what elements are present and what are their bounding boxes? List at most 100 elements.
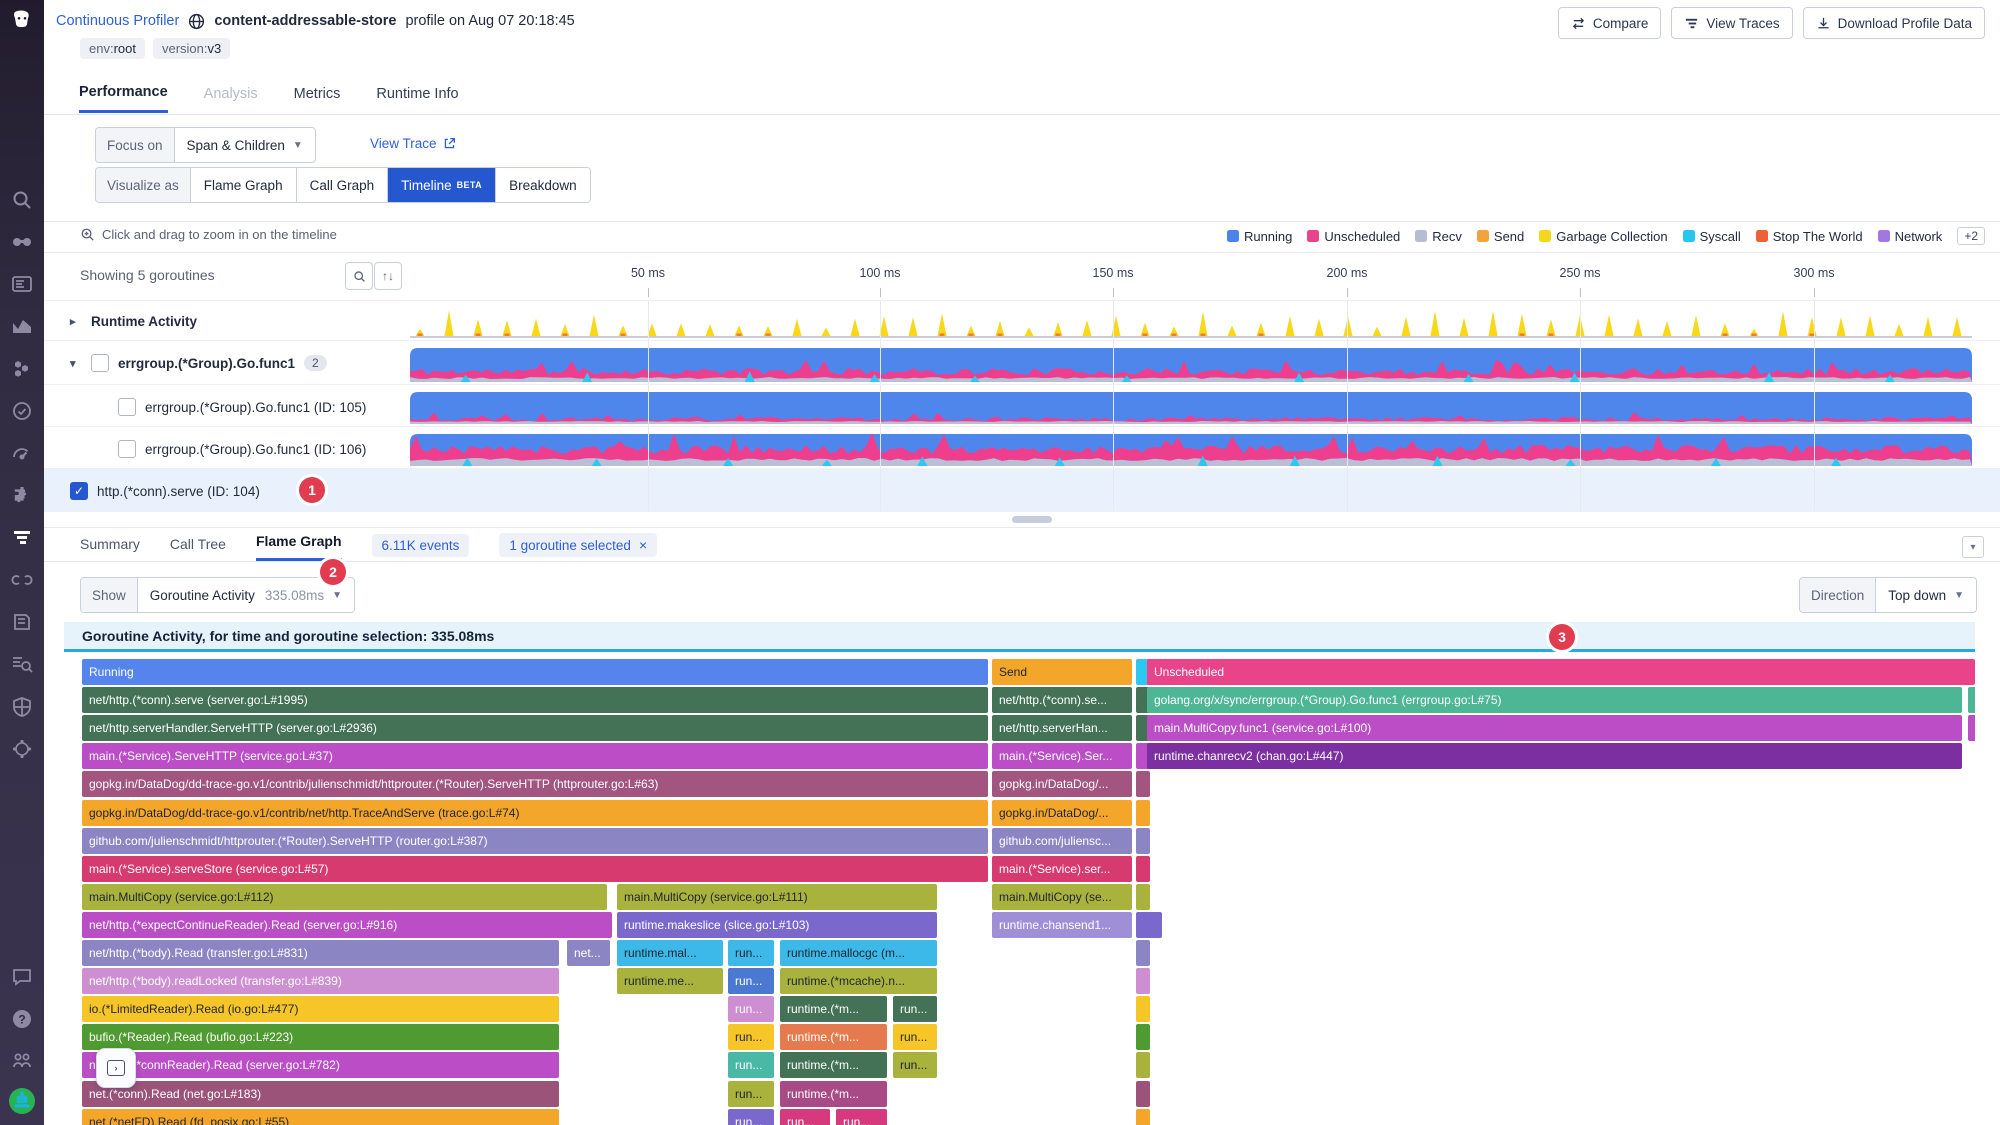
flame-segment[interactable]: Running [82,659,988,685]
sidebar-icon-log-explorer[interactable] [10,652,34,676]
flame-segment[interactable]: run... [780,1108,830,1125]
flame-segment[interactable]: runtime.me... [617,968,723,995]
bottom-tab-call-tree[interactable]: Call Tree [170,536,226,561]
flame-segment[interactable]: github.com/juliensc... [992,827,1132,854]
flame-segment[interactable]: run... [728,1108,774,1125]
goroutine-search-button[interactable] [345,262,373,290]
flame-segment[interactable]: net/http.(*conn).serve (server.go:L#1995… [82,687,988,714]
flame-segment[interactable]: net/http.(*conn).se... [992,687,1132,714]
download-profile-button[interactable]: Download Profile Data [1802,7,1985,39]
flame-segment[interactable]: net/http.(*body).readLocked (transfer.go… [82,968,559,995]
visualize-breakdown[interactable]: Breakdown [496,168,590,202]
legend-item-garbage-collection[interactable]: Garbage Collection [1539,229,1668,244]
user-avatar[interactable] [9,1088,35,1114]
bottom-tab-summary[interactable]: Summary [80,536,140,561]
collapse-panel-icon[interactable]: ▾ [1962,536,1984,558]
visualize-timeline[interactable]: Timeline BETA [388,168,497,202]
flame-segment-sliver[interactable] [1136,855,1150,882]
goroutine-checkbox[interactable] [118,440,136,458]
tag-version[interactable]: version:v3 [152,38,231,59]
console-toggle-button[interactable]: › [96,1048,136,1088]
flame-segment[interactable]: gopkg.in/DataDog/... [992,771,1132,798]
events-count-pill[interactable]: 6.11K events [371,534,470,557]
flame-segment[interactable]: net.(*netFD).Read (fd_posix.go:L#55) [82,1108,559,1125]
sidebar-icon-watchdog[interactable] [10,230,34,254]
sidebar-icon-metrics[interactable] [10,314,34,338]
legend-item-stop-the-world[interactable]: Stop The World [1755,229,1863,244]
flame-segment[interactable]: runtime.(*m... [780,1080,887,1107]
flame-segment[interactable]: run... [728,1052,774,1079]
flame-segment[interactable]: Unscheduled [1147,659,1975,685]
tab-runtime-info[interactable]: Runtime Info [376,86,458,112]
flame-segment[interactable]: gopkg.in/DataDog/... [992,799,1132,826]
flame-segment[interactable]: main.MultiCopy (service.go:L#112) [82,883,607,910]
flame-segment[interactable]: net.(*conn).Read (net.go:L#183) [82,1080,559,1107]
visualize-call-graph[interactable]: Call Graph [296,168,389,202]
flame-segment[interactable]: main.MultiCopy (service.go:L#111) [617,883,937,910]
flame-segment-sliver[interactable] [1968,715,1975,742]
flame-segment[interactable]: runtime.(*m... [780,1052,887,1079]
flame-segment[interactable]: main.(*Service).ser... [992,855,1132,882]
goroutine-row[interactable]: ▸ Runtime Activity [70,306,197,336]
legend-item-running[interactable]: Running [1226,229,1292,244]
sidebar-icon-help[interactable]: ? [10,1007,34,1031]
close-icon[interactable]: × [639,537,647,553]
show-select[interactable]: Goroutine Activity 335.08ms ▼ [138,578,354,612]
chevron-right-icon[interactable]: ▸ [70,315,82,328]
flame-segment[interactable]: main.MultiCopy (se... [992,883,1132,910]
flame-segment[interactable]: gopkg.in/DataDog/dd-trace-go.v1/contrib/… [82,771,988,798]
flame-segment[interactable]: main.(*Service).ServeHTTP (service.go:L#… [82,743,988,770]
flame-segment[interactable]: runtime.(*m... [780,996,887,1023]
flame-segment[interactable]: main.(*Service).serveStore (service.go:L… [82,855,988,882]
flame-segment[interactable]: net/http.(*body).Read (transfer.go:L#831… [82,940,559,966]
flame-segment-sliver[interactable] [1968,687,1975,714]
flame-segment[interactable]: run... [728,1024,774,1051]
flame-segment[interactable]: net/http.serverHandler.ServeHTTP (server… [82,715,988,742]
goroutine-checkbox-checked[interactable]: ✓ [70,482,88,500]
flame-segment[interactable]: runtime.(*m... [780,1024,887,1051]
continuous-profiler-link[interactable]: Continuous Profiler [56,13,179,29]
legend-item-send[interactable]: Send [1476,229,1524,244]
flame-segment[interactable]: runtime.chansend1... [992,911,1132,938]
sidebar-icon-infrastructure[interactable] [10,357,34,381]
sidebar-icon-org-users[interactable] [10,1049,34,1073]
tab-performance[interactable]: Performance [79,84,168,113]
view-trace-link[interactable]: View Trace [370,136,456,151]
visualize-flame-graph[interactable]: Flame Graph [190,168,297,202]
flame-segment[interactable]: net/http.serverHan... [992,715,1132,742]
flame-segment[interactable]: main.(*Service).Ser... [992,743,1132,770]
tab-metrics[interactable]: Metrics [294,86,341,112]
view-traces-button[interactable]: View Traces [1671,7,1793,39]
direction-select[interactable]: Top down ▼ [1876,578,1976,612]
sidebar-icon-profiler[interactable] [10,526,34,550]
flame-segment-sliver[interactable] [1136,996,1150,1023]
flame-segment[interactable]: run... [893,996,937,1023]
flame-segment[interactable]: gopkg.in/DataDog/dd-trace-go.v1/contrib/… [82,799,988,826]
flame-segment-sliver[interactable] [1136,940,1150,966]
legend-item-network[interactable]: Network [1877,229,1942,244]
flame-segment-sliver[interactable] [1136,1052,1150,1079]
tag-env[interactable]: env:root [80,38,145,59]
flame-segment[interactable]: runtime.mal... [617,940,723,966]
flame-segment-sliver[interactable] [1136,827,1150,854]
flame-segment[interactable]: run... [728,1080,774,1107]
tab-analysis[interactable]: Analysis [204,86,258,112]
focus-on-select[interactable]: Span & Children ▼ [175,128,315,162]
flame-segment[interactable]: io.(*LimitedReader).Read (io.go:L#477) [82,996,559,1023]
flame-segment-sliver[interactable] [1136,1108,1150,1125]
legend-item-unscheduled[interactable]: Unscheduled [1307,229,1400,244]
flame-segment[interactable]: github.com/julienschmidt/httprouter.(*Ro… [82,827,988,854]
flame-segment-sliver[interactable] [1136,799,1150,826]
goroutine-row[interactable]: ▾ errgroup.(*Group).Go.func1 2 [70,348,327,378]
datadog-logo-icon[interactable] [10,8,34,32]
flame-segment-sliver[interactable] [1136,968,1150,995]
goroutine-row[interactable]: errgroup.(*Group).Go.func1 (ID: 106) [118,434,366,464]
sidebar-icon-integrations[interactable] [10,483,34,507]
sidebar-icon-security[interactable] [10,695,34,719]
sidebar-icon-dashboards[interactable] [10,272,34,296]
flame-segment[interactable]: run... [836,1108,887,1125]
flame-segment-sliver[interactable] [1136,1024,1150,1051]
bottom-tab-flame-graph[interactable]: Flame Graph [255,533,342,561]
legend-more-badge[interactable]: +2 [1957,227,1985,245]
flame-segment[interactable]: run... [893,1052,937,1079]
